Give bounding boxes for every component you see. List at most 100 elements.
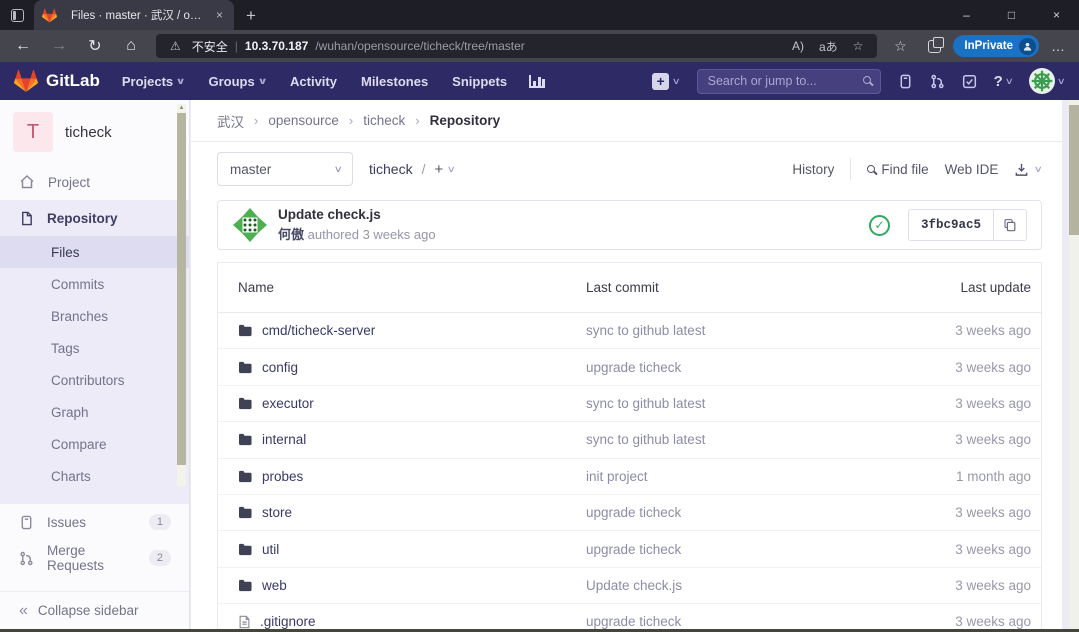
branch-selector[interactable]: master ∨ bbox=[217, 152, 353, 186]
table-row[interactable]: executor sync to github latest 3 weeks a… bbox=[218, 386, 1041, 422]
address-bar[interactable]: ⚠ 不安全 | 10.3.70.187 /wuhan/opensource/ti… bbox=[156, 34, 877, 58]
gitlab-brand[interactable]: GitLab bbox=[46, 71, 100, 91]
sidebar-item-repository[interactable]: Repository bbox=[0, 200, 189, 236]
back-button[interactable]: ← bbox=[6, 32, 40, 60]
tab-actions-button[interactable] bbox=[0, 0, 34, 30]
sidebar-scrollbar-thumb[interactable] bbox=[177, 113, 186, 465]
navbar-menu-item[interactable]: Groups ∨ bbox=[208, 74, 266, 89]
copy-sha-button[interactable] bbox=[993, 210, 1026, 240]
browser-tab[interactable]: Files · master · 武汉 / opensourc × bbox=[34, 0, 234, 30]
commit-sha[interactable]: 3fbc9ac5 bbox=[909, 210, 993, 240]
commit-message-link[interactable]: Update check.js bbox=[586, 578, 861, 593]
commit-message-link[interactable]: upgrade ticheck bbox=[586, 542, 861, 557]
window-maximize-button[interactable]: □ bbox=[989, 0, 1034, 29]
window-close-button[interactable]: × bbox=[1034, 0, 1079, 29]
table-row[interactable]: cmd/ticheck-server sync to github latest… bbox=[218, 313, 1041, 349]
file-name-link[interactable]: util bbox=[262, 542, 279, 557]
navbar-menu-item[interactable]: Activity bbox=[290, 74, 337, 89]
file-name-link[interactable]: probes bbox=[262, 469, 303, 484]
collapse-sidebar-button[interactable]: « Collapse sidebar bbox=[0, 591, 189, 629]
sidebar-item-issues[interactable]: Issues 1 bbox=[0, 504, 189, 540]
sidebar-scrollbar[interactable]: ▲ bbox=[177, 104, 186, 486]
breadcrumb-item[interactable]: ticheck › bbox=[363, 113, 429, 128]
commit-message-link[interactable]: upgrade ticheck bbox=[586, 614, 861, 629]
security-label[interactable]: 不安全 bbox=[192, 38, 228, 55]
sidebar-subitem[interactable]: Files bbox=[0, 236, 189, 268]
table-row[interactable]: internal sync to github latest 3 weeks a… bbox=[218, 422, 1041, 458]
add-file-button[interactable]: + ∨ bbox=[434, 161, 454, 178]
issues-nav-button[interactable] bbox=[898, 74, 913, 89]
search-input[interactable] bbox=[697, 69, 881, 94]
sidebar-item-project[interactable]: Project bbox=[0, 164, 189, 200]
collections-button[interactable] bbox=[919, 32, 949, 60]
find-file-button[interactable]: Find file bbox=[867, 162, 928, 177]
commit-message-link[interactable]: upgrade ticheck bbox=[586, 360, 861, 375]
sidebar-subitem[interactable]: Commits bbox=[0, 268, 189, 300]
table-row[interactable]: util upgrade ticheck 3 weeks ago bbox=[218, 531, 1041, 567]
file-name-link[interactable]: web bbox=[262, 578, 287, 593]
download-button[interactable]: ∨ bbox=[1014, 162, 1042, 177]
commit-message-link[interactable]: sync to github latest bbox=[586, 432, 861, 447]
sidebar-subitem[interactable]: Charts bbox=[0, 460, 189, 492]
file-name-link[interactable]: store bbox=[262, 505, 292, 520]
home-button[interactable]: ⌂ bbox=[114, 32, 148, 60]
sidebar-subitem[interactable]: Branches bbox=[0, 300, 189, 332]
new-tab-button[interactable]: + bbox=[234, 6, 270, 30]
sidebar-subitem[interactable]: Graph bbox=[0, 396, 189, 428]
navbar-menu-item[interactable]: Snippets bbox=[452, 74, 507, 89]
file-name-link[interactable]: config bbox=[262, 360, 298, 375]
commit-message-link[interactable]: init project bbox=[586, 469, 861, 484]
pipeline-status-icon[interactable]: ✓ bbox=[869, 215, 890, 236]
merge-requests-nav-button[interactable] bbox=[930, 74, 945, 89]
window-minimize-button[interactable]: – bbox=[944, 0, 989, 29]
charts-nav-button[interactable] bbox=[529, 75, 545, 88]
refresh-button[interactable]: ↻ bbox=[78, 32, 112, 60]
table-row[interactable]: store upgrade ticheck 3 weeks ago bbox=[218, 495, 1041, 531]
todos-nav-button[interactable] bbox=[962, 74, 977, 89]
browser-toolbar: ← → ↻ ⌂ ⚠ 不安全 | 10.3.70.187 /wuhan/opens… bbox=[0, 30, 1079, 62]
breadcrumb-item[interactable]: 武汉 › bbox=[217, 111, 268, 131]
inprivate-badge[interactable]: InPrivate bbox=[953, 35, 1039, 57]
sidebar-subitem[interactable]: Contributors bbox=[0, 364, 189, 396]
breadcrumb-item[interactable]: Repository › bbox=[430, 113, 501, 128]
file-name-link[interactable]: internal bbox=[262, 432, 306, 447]
sidebar-subitem[interactable]: Compare bbox=[0, 428, 189, 460]
user-menu-button[interactable]: ∨ bbox=[1029, 68, 1065, 94]
file-name-link[interactable]: executor bbox=[262, 396, 314, 411]
commit-message-link[interactable]: sync to github latest bbox=[586, 396, 861, 411]
navbar-menu-item[interactable]: Milestones bbox=[361, 74, 428, 89]
new-menu-button[interactable]: + ∨ bbox=[652, 73, 680, 90]
file-name-link[interactable]: .gitignore bbox=[260, 614, 316, 629]
sidebar-subitem[interactable]: Tags bbox=[0, 332, 189, 364]
project-header[interactable]: T ticheck bbox=[0, 100, 189, 164]
commit-message-link[interactable]: upgrade ticheck bbox=[586, 505, 861, 520]
address-separator: | bbox=[235, 39, 238, 53]
forward-button[interactable]: → bbox=[42, 32, 76, 60]
file-name-link[interactable]: cmd/ticheck-server bbox=[262, 323, 375, 338]
gitlab-navbar: GitLab Projects ∨ Groups ∨ Activity Mile… bbox=[0, 62, 1079, 100]
help-menu-button[interactable]: ? ∨ bbox=[994, 73, 1013, 90]
table-row[interactable]: .gitignore upgrade ticheck 3 weeks ago bbox=[218, 604, 1041, 629]
tab-close-button[interactable]: × bbox=[213, 8, 226, 22]
gitlab-favicon bbox=[42, 8, 57, 23]
commit-author-link[interactable]: 何傲 bbox=[278, 227, 304, 242]
table-row[interactable]: config upgrade ticheck 3 weeks ago bbox=[218, 349, 1041, 385]
commit-title-link[interactable]: Update check.js bbox=[278, 207, 436, 222]
history-button[interactable]: History bbox=[792, 162, 834, 177]
add-favorite-icon[interactable]: ☆ bbox=[849, 39, 868, 53]
repo-root-link[interactable]: ticheck bbox=[369, 161, 413, 177]
sidebar-item-merge-requests[interactable]: Merge Requests 2 bbox=[0, 540, 189, 576]
table-row[interactable]: probes init project 1 month ago bbox=[218, 459, 1041, 495]
commit-message-link[interactable]: sync to github latest bbox=[586, 323, 861, 338]
browser-menu-button[interactable]: … bbox=[1043, 32, 1073, 60]
page-scrollbar-thumb[interactable] bbox=[1069, 105, 1079, 235]
translate-icon[interactable]: aあ bbox=[815, 38, 842, 55]
navbar-menu-item[interactable]: Projects ∨ bbox=[122, 74, 185, 89]
favorites-button[interactable]: ☆ bbox=[885, 32, 915, 60]
page-scrollbar[interactable] bbox=[1069, 100, 1079, 629]
web-ide-button[interactable]: Web IDE bbox=[945, 162, 999, 177]
table-row[interactable]: web Update check.js 3 weeks ago bbox=[218, 568, 1041, 604]
read-aloud-icon[interactable]: A) bbox=[788, 39, 808, 53]
breadcrumb-item[interactable]: opensource › bbox=[268, 113, 363, 128]
tab-title: Files · master · 武汉 / opensourc bbox=[71, 7, 207, 23]
